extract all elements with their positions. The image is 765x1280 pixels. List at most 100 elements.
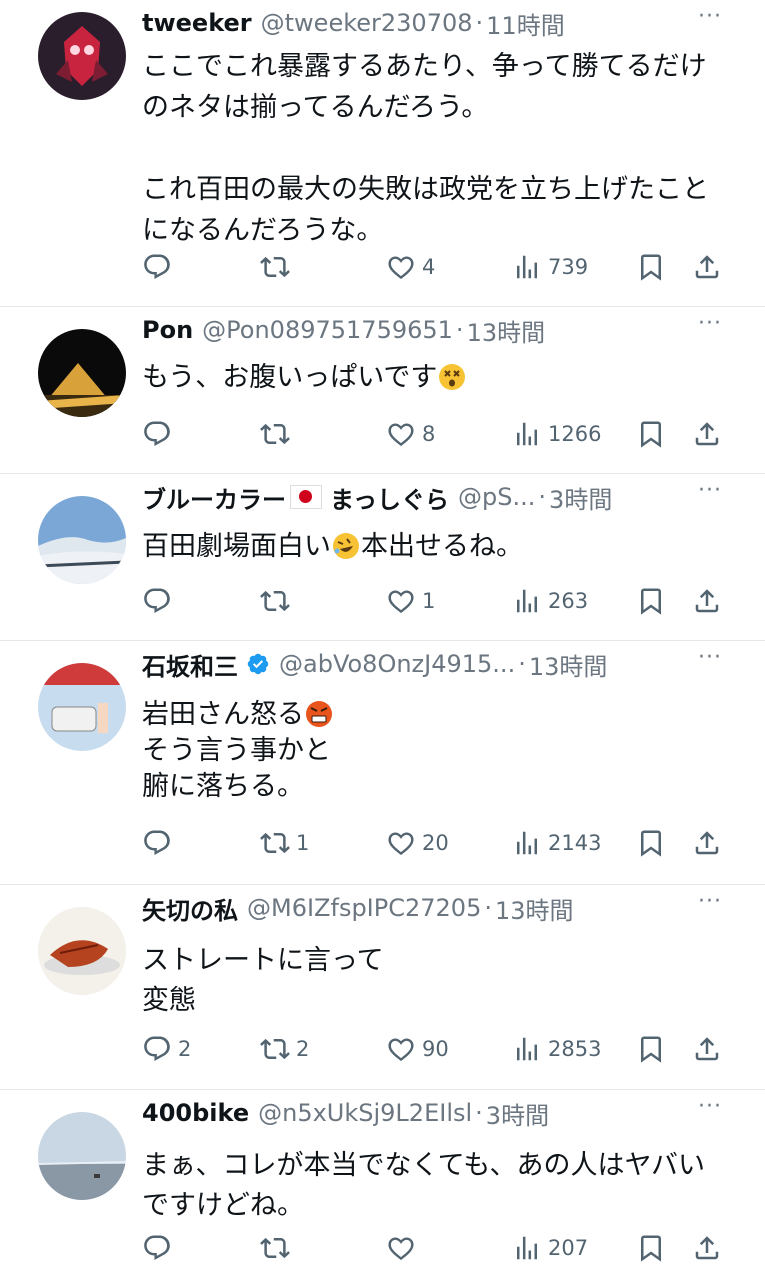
tweet[interactable]: Pon @Pon089751759651 · 13時間 ··· もう、お腹いっぱ… — [0, 307, 765, 474]
views-button[interactable]: 263 — [512, 581, 588, 621]
user-handle[interactable]: @abVo8OnzJ4915... — [279, 650, 515, 678]
view-count: 2143 — [548, 831, 602, 855]
tweet-line: もう、お腹いっぱいです — [142, 357, 725, 398]
display-name[interactable]: tweeker — [142, 9, 252, 37]
retweet-count: 1 — [296, 831, 310, 855]
reply-count: 2 — [178, 1037, 192, 1061]
timestamp[interactable]: 3時間 — [549, 480, 612, 514]
bookmark-button[interactable] — [636, 581, 666, 621]
bookmark-icon — [636, 1034, 666, 1064]
tweet[interactable]: 矢切の私 @M6IZfspIPC27205 · 13時間 ··· ストレートに言… — [0, 885, 765, 1090]
display-name[interactable]: 石坂和三 — [142, 647, 238, 681]
like-button[interactable]: 90 — [386, 1029, 449, 1069]
view-count: 207 — [548, 1236, 589, 1260]
reply-button[interactable] — [142, 247, 178, 287]
tweet-header: 石坂和三 @abVo8OnzJ4915... · 13時間 — [142, 647, 695, 681]
retweet-button[interactable] — [260, 414, 296, 454]
display-name-suffix[interactable]: まっしぐら — [330, 480, 449, 514]
tweet-line: 百田劇場面白い 本出せるね。 — [142, 526, 725, 567]
share-icon — [692, 1034, 722, 1064]
avatar[interactable] — [38, 907, 126, 995]
avatar[interactable] — [38, 663, 126, 751]
tweet-text-span: 百田劇場面白い — [142, 531, 331, 562]
like-button[interactable]: 20 — [386, 823, 449, 863]
retweet-icon — [260, 828, 290, 858]
avatar[interactable] — [38, 1112, 126, 1200]
share-icon — [692, 586, 722, 616]
view-count: 2853 — [548, 1037, 602, 1061]
retweet-button[interactable]: 2 — [260, 1029, 309, 1069]
views-button[interactable]: 2853 — [512, 1029, 601, 1069]
user-handle[interactable]: @M6IZfspIPC27205 — [247, 894, 481, 922]
views-button[interactable]: 2143 — [512, 823, 601, 863]
retweet-button[interactable] — [260, 247, 296, 287]
retweet-button[interactable]: 1 — [260, 823, 309, 863]
views-button[interactable]: 207 — [512, 1228, 588, 1268]
share-button[interactable] — [692, 823, 722, 863]
more-icon[interactable]: ··· — [695, 6, 725, 34]
retweet-count: 2 — [296, 1037, 310, 1061]
timestamp[interactable]: 11時間 — [486, 6, 565, 40]
share-icon — [692, 1233, 722, 1263]
more-icon[interactable]: ··· — [695, 891, 725, 919]
share-button[interactable] — [692, 1228, 722, 1268]
tweet[interactable]: tweeker @tweeker230708 · 11時間 ··· ここでこれ暴… — [0, 0, 765, 307]
more-icon[interactable]: ··· — [695, 313, 725, 341]
share-button[interactable] — [692, 581, 722, 621]
retweet-button[interactable] — [260, 581, 296, 621]
tweet-header: Pon @Pon089751759651 · 13時間 — [142, 313, 695, 347]
more-icon[interactable]: ··· — [695, 1096, 725, 1124]
share-button[interactable] — [692, 414, 722, 454]
tweet-text-span: もう、お腹いっぱいです — [142, 362, 438, 393]
reply-button[interactable] — [142, 414, 178, 454]
action-bar: 8 1266 — [142, 414, 742, 454]
reply-button[interactable] — [142, 823, 178, 863]
retweet-button[interactable] — [260, 1228, 296, 1268]
like-button[interactable] — [386, 1228, 422, 1268]
tweet[interactable]: ブルーカラー まっしぐら @pS... · 3時間 ··· 百田劇場面白い 本出せ… — [0, 474, 765, 641]
timestamp[interactable]: 3時間 — [486, 1096, 549, 1130]
verified-badge-icon[interactable] — [246, 652, 270, 676]
views-button[interactable]: 739 — [512, 247, 588, 287]
reply-button[interactable] — [142, 581, 178, 621]
like-button[interactable]: 1 — [386, 581, 435, 621]
avatar[interactable] — [38, 12, 126, 100]
display-name[interactable]: 400bike — [142, 1099, 249, 1127]
share-button[interactable] — [692, 247, 722, 287]
avatar[interactable] — [38, 496, 126, 584]
separator: · — [484, 894, 492, 922]
user-handle[interactable]: @n5xUkSj9L2EIlsl — [258, 1099, 472, 1127]
bookmark-button[interactable] — [636, 1029, 666, 1069]
views-icon — [512, 419, 542, 449]
user-handle[interactable]: @tweeker230708 — [261, 9, 473, 37]
display-name[interactable]: ブルーカラー — [142, 480, 286, 514]
tweet-line: 岩田さん怒る — [142, 697, 725, 733]
timestamp[interactable]: 13時間 — [467, 313, 546, 347]
more-icon[interactable]: ··· — [695, 480, 725, 508]
bookmark-button[interactable] — [636, 247, 666, 287]
timestamp[interactable]: 13時間 — [529, 647, 608, 681]
action-bar: 207 — [142, 1228, 742, 1268]
bookmark-button[interactable] — [636, 823, 666, 863]
reply-button[interactable] — [142, 1228, 178, 1268]
display-name[interactable]: Pon — [142, 316, 193, 344]
tweet-line: 変態 — [142, 985, 196, 1016]
like-button[interactable]: 4 — [386, 247, 435, 287]
user-handle[interactable]: @Pon089751759651 — [202, 316, 453, 344]
reply-icon — [142, 1034, 172, 1064]
views-button[interactable]: 1266 — [512, 414, 601, 454]
more-icon[interactable]: ··· — [695, 647, 725, 675]
share-button[interactable] — [692, 1029, 722, 1069]
timeline: tweeker @tweeker230708 · 11時間 ··· ここでこれ暴… — [0, 0, 765, 1280]
user-handle[interactable]: @pS... — [458, 483, 535, 511]
bookmark-button[interactable] — [636, 414, 666, 454]
tweet[interactable]: 400bike @n5xUkSj9L2EIlsl · 3時間 ··· まぁ、コレ… — [0, 1090, 765, 1280]
reply-button[interactable]: 2 — [142, 1029, 191, 1069]
like-button[interactable]: 8 — [386, 414, 435, 454]
tweet[interactable]: 石坂和三 @abVo8OnzJ4915... · 13時間 ··· 岩田さん怒る… — [0, 641, 765, 885]
view-count: 1266 — [548, 422, 602, 446]
avatar[interactable] — [38, 329, 126, 417]
timestamp[interactable]: 13時間 — [495, 891, 574, 925]
bookmark-button[interactable] — [636, 1228, 666, 1268]
display-name[interactable]: 矢切の私 — [142, 891, 238, 925]
